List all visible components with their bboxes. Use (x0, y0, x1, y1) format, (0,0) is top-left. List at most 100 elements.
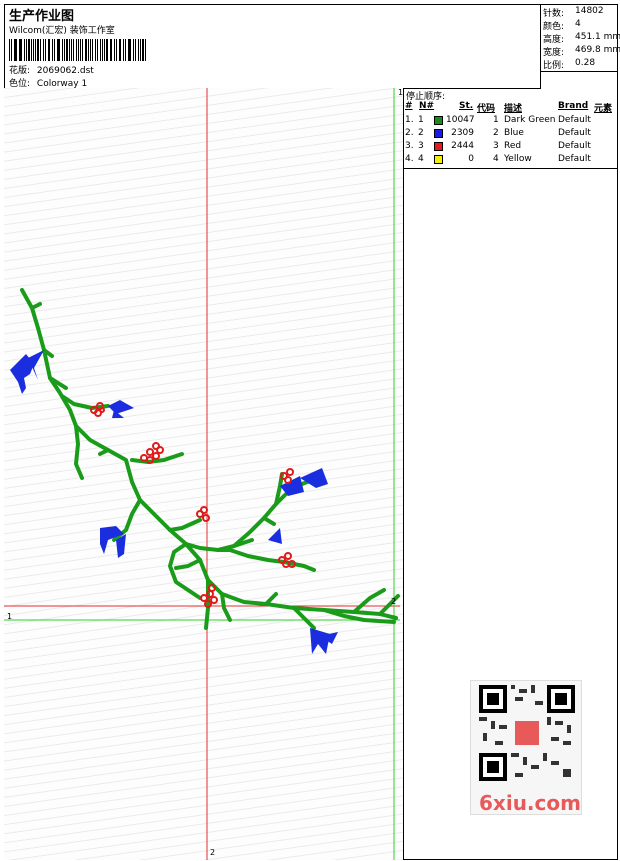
header-panel: 生产作业图 Wilcom(汇宏) 装饰工作室 花版: 2069062.dst 色… (4, 4, 541, 89)
row-stitches: 2309 (451, 128, 474, 138)
barcode-bar (33, 39, 34, 61)
design-scale-value: 0.28 (575, 58, 596, 68)
row-desc: Dark Green (504, 115, 556, 125)
barcode-bar (24, 39, 25, 61)
barcode-bar (56, 39, 58, 61)
barcode-bar (63, 39, 65, 61)
barcode-bar (40, 39, 41, 61)
barcode-bar (18, 39, 20, 61)
branch-stems (20, 288, 400, 630)
barcode-bar (104, 39, 105, 61)
barcode-bar (45, 39, 46, 61)
guide-label-bottom: 2 (210, 848, 216, 857)
col-header-n: N# (419, 101, 435, 111)
barcode-bar (109, 39, 111, 61)
design-scale-label: 比例: (543, 61, 565, 71)
page-title: 生产作业图 (9, 9, 75, 24)
design-height-value: 451.1 mm (575, 32, 620, 42)
red-flowers (90, 402, 296, 608)
barcode-bar (125, 39, 126, 61)
barcode-bar (129, 39, 132, 61)
stop-row: 3. 3 2444 3 Red Default (404, 141, 618, 154)
row-desc: Yellow (504, 154, 532, 164)
barcode-bar (62, 39, 63, 61)
design-width-value: 469.8 mm (575, 45, 620, 55)
barcode-bar (58, 39, 61, 61)
barcode-bar (77, 39, 79, 61)
color-swatch-red (434, 142, 443, 151)
row-code: 2 (493, 128, 499, 138)
company-name: Wilcom(汇宏) 装饰工作室 (9, 26, 115, 36)
barcode-bar (20, 39, 23, 61)
barcode-bar (28, 39, 30, 61)
barcode-bar (120, 39, 122, 61)
design-height: 高度: 451.1 mm (543, 32, 620, 45)
barcode-bar (82, 39, 84, 61)
barcode-bar (9, 39, 11, 61)
barcode-bar (142, 39, 144, 61)
design-file-value: 2069062.dst (36, 66, 94, 76)
barcode-bar (42, 39, 45, 61)
color-swatch-yellow (434, 155, 443, 164)
qr-code-icon (479, 685, 575, 781)
barcode-bar (105, 39, 108, 61)
row-brand: Default (558, 154, 591, 164)
row-num: 4. (405, 154, 414, 164)
barcode-bar (133, 39, 134, 61)
col-header-num: # (405, 101, 413, 111)
design-file: 花版: 2069062.dst (9, 63, 94, 76)
design-height-label: 高度: (543, 35, 565, 45)
barcode-bar (134, 39, 137, 61)
embroidery-preview (4, 88, 400, 860)
barcode (9, 39, 147, 61)
barcode-bar (92, 39, 94, 61)
barcode-bar (73, 39, 74, 61)
barcode-bar (123, 39, 125, 61)
stop-row: 2. 2 2309 2 Blue Default (404, 128, 618, 141)
row-num: 3. (405, 141, 414, 151)
qr-watermark: 6xiu.com (470, 680, 582, 815)
col-header-desc: 描述 (504, 104, 523, 114)
stop-row: 1. 1 10047 1 Dark Green Default (404, 115, 618, 128)
barcode-bar (144, 39, 146, 61)
barcode-bar (71, 39, 73, 61)
stitch-count-label: 针数: (543, 9, 565, 19)
barcode-bar (37, 39, 40, 61)
barcode-bar (80, 39, 82, 61)
barcode-bar (139, 39, 141, 61)
barcode-bar (99, 39, 101, 61)
color-swatch-blue (434, 129, 443, 138)
guide-label-left: 1 (7, 612, 13, 621)
barcode-bar (90, 39, 92, 61)
barcode-bar (114, 39, 116, 61)
row-brand: Default (558, 115, 591, 125)
barcode-bar (15, 39, 17, 61)
row-code: 1 (493, 115, 499, 125)
stop-row: 4. 4 0 4 Yellow Default (404, 154, 618, 167)
row-brand: Default (558, 141, 591, 151)
row-n: 1 (418, 115, 424, 125)
color-count-label: 颜色: (543, 22, 565, 32)
barcode-bar (111, 39, 112, 61)
stop-sequence-table: 停止顺序: # N# St. 代码 描述 Brand 元素 1. 1 10047… (404, 88, 618, 169)
row-n: 2 (418, 128, 424, 138)
col-header-code: 代码 (477, 104, 496, 114)
barcode-bar (95, 39, 96, 61)
design-stats: 针数: 14802 颜色: 4 高度: 451.1 mm 宽度: 469.8 mm 比例… (540, 4, 620, 72)
row-num: 2. (405, 128, 414, 138)
stitch-count: 针数: 14802 (543, 6, 604, 19)
barcode-bar (138, 39, 139, 61)
row-desc: Blue (504, 128, 524, 138)
barcode-bar (30, 39, 32, 61)
barcode-bar (101, 39, 103, 61)
color-count: 颜色: 4 (543, 19, 581, 32)
barcode-bar (127, 39, 129, 61)
row-desc: Red (504, 141, 522, 151)
col-header-stitches: St. (459, 101, 474, 111)
barcode-bar (68, 39, 70, 61)
guide-label-top: 1 (398, 88, 404, 97)
col-header-element: 元素 (594, 104, 613, 114)
barcode-bar (13, 39, 15, 61)
barcode-bar (118, 39, 120, 61)
barcode-bar (116, 39, 117, 61)
